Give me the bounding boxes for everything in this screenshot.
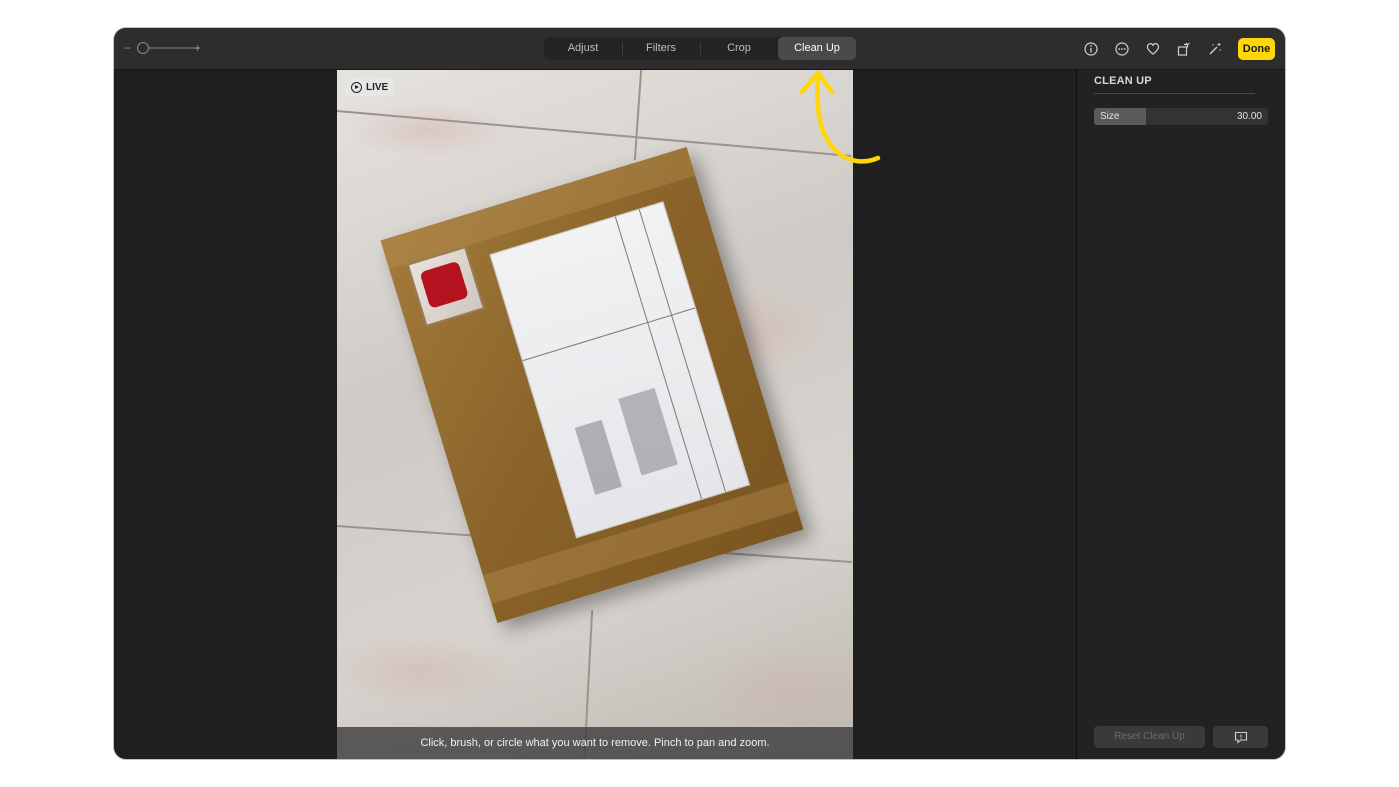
size-label: Size	[1100, 111, 1120, 122]
blurred-region	[618, 387, 678, 476]
magic-wand-icon[interactable]	[1207, 41, 1223, 57]
panel-divider-line	[1094, 93, 1255, 94]
heart-icon[interactable]	[1145, 41, 1161, 57]
tab-adjust[interactable]: Adjust	[544, 37, 622, 60]
more-icon[interactable]	[1114, 41, 1130, 57]
feedback-button[interactable]	[1213, 726, 1268, 748]
sticker-red-mark	[419, 260, 469, 309]
size-value: 30.00	[1236, 111, 1262, 122]
clean-up-panel: CLEAN UP Size 30.00 Reset Clean Up	[1077, 70, 1285, 759]
reset-clean-up-button: Reset Clean Up	[1094, 726, 1205, 748]
tab-crop[interactable]: Crop	[700, 37, 778, 60]
tab-clean-up[interactable]: Clean Up	[778, 37, 856, 60]
clean-up-hint: Click, brush, or circle what you want to…	[337, 727, 853, 759]
size-slider[interactable]: Size 30.00	[1094, 108, 1268, 125]
shipping-label	[489, 201, 751, 539]
rotate-icon[interactable]	[1176, 41, 1192, 57]
info-icon[interactable]	[1083, 41, 1099, 57]
feedback-icon	[1234, 731, 1247, 744]
zoom-knob[interactable]	[137, 42, 149, 54]
photos-editor-window: − + Adjust Filters Crop Clean Up Done LI…	[114, 28, 1285, 759]
annotation-arrow	[799, 70, 881, 164]
live-photo-badge[interactable]: LIVE	[345, 78, 395, 96]
zoom-in-icon[interactable]: +	[194, 41, 201, 55]
zoom-out-icon[interactable]: −	[124, 41, 131, 55]
blurred-region	[574, 419, 623, 495]
play-icon	[351, 81, 362, 93]
toolbar-actions: Done	[1083, 37, 1275, 60]
photo-canvas[interactable]: LIVE Click, brush, or circle what you wa…	[337, 70, 853, 759]
edit-mode-tabs: Adjust Filters Crop Clean Up	[544, 37, 856, 60]
toolbar: − + Adjust Filters Crop Clean Up Done	[114, 28, 1285, 70]
tab-filters[interactable]: Filters	[622, 37, 700, 60]
panel-title: CLEAN UP	[1094, 75, 1152, 87]
zoom-slider[interactable]: − +	[124, 41, 204, 55]
label-rule	[522, 307, 696, 362]
done-button[interactable]: Done	[1238, 37, 1275, 60]
live-badge-label: LIVE	[366, 81, 389, 93]
